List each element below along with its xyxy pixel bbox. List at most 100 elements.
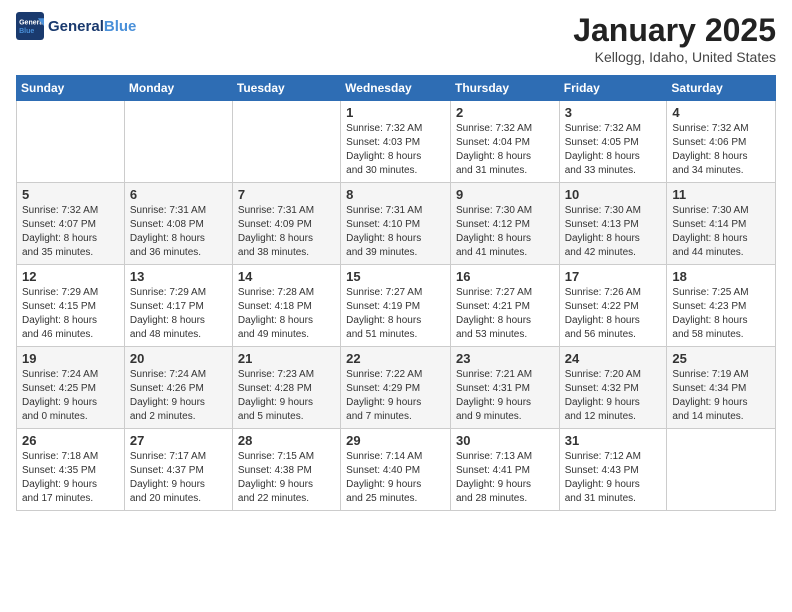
day-number: 12 [22,269,119,284]
day-info: Sunrise: 7:31 AMSunset: 4:08 PMDaylight:… [130,204,227,260]
day-cell: 13Sunrise: 7:29 AMSunset: 4:17 PMDayligh… [124,265,232,347]
weekday-header-friday: Friday [559,76,667,101]
day-number: 21 [238,351,335,366]
weekday-header-sunday: Sunday [17,76,125,101]
day-cell: 8 Sunrise: 7:31 AMSunset: 4:10 PMDaylight… [341,183,451,265]
day-info: Sunrise: 7:18 AMSunset: 4:35 PMDaylight:… [22,450,119,506]
day-info: Sunrise: 7:21 AMSunset: 4:31 PMDaylight:… [456,368,554,424]
day-cell: 29 Sunrise: 7:14 AMSunset: 4:40 PMDayligh… [341,429,451,511]
day-info: Sunrise: 7:27 AMSunset: 4:21 PMDaylight:… [456,286,554,342]
day-cell: 30 Sunrise: 7:13 AMSunset: 4:41 PMDayligh… [450,429,559,511]
day-info: Sunrise: 7:30 AMSunset: 4:12 PMDaylight:… [456,204,554,260]
day-info: Sunrise: 7:29 AMSunset: 4:15 PMDaylight:… [22,286,119,342]
day-number: 13 [130,269,227,284]
day-cell [124,101,232,183]
day-cell: 20 Sunrise: 7:24 AMSunset: 4:26 PMDayligh… [124,347,232,429]
day-cell [667,429,776,511]
day-info: Sunrise: 7:30 AMSunset: 4:13 PMDaylight:… [565,204,662,260]
day-number: 24 [565,351,662,366]
day-cell: 27Sunrise: 7:17 AMSunset: 4:37 PMDayligh… [124,429,232,511]
day-number: 28 [238,433,335,448]
day-info: Sunrise: 7:15 AMSunset: 4:38 PMDaylight:… [238,450,335,506]
day-info: Sunrise: 7:22 AMSunset: 4:29 PMDaylight:… [346,368,445,424]
week-row-1: 1Sunrise: 7:32 AMSunset: 4:03 PMDaylight… [17,101,776,183]
day-info: Sunrise: 7:30 AMSunset: 4:14 PMDaylight:… [672,204,770,260]
day-number: 14 [238,269,335,284]
calendar-container: General Blue GeneralBlue January 2025 Ke… [0,0,792,612]
day-number: 6 [130,187,227,202]
day-cell: 25 Sunrise: 7:19 AMSunset: 4:34 PMDayligh… [667,347,776,429]
title-section: January 2025 Kellogg, Idaho, United Stat… [573,12,776,65]
day-cell: 14 Sunrise: 7:28 AMSunset: 4:18 PMDayligh… [232,265,340,347]
day-info: Sunrise: 7:27 AMSunset: 4:19 PMDaylight:… [346,286,445,342]
day-cell: 5 Sunrise: 7:32 AMSunset: 4:07 PMDaylight… [17,183,125,265]
day-info: Sunrise: 7:25 AMSunset: 4:23 PMDaylight:… [672,286,770,342]
day-cell: 7 Sunrise: 7:31 AMSunset: 4:09 PMDaylight… [232,183,340,265]
day-cell: 12 Sunrise: 7:29 AMSunset: 4:15 PMDayligh… [17,265,125,347]
logo-icon: General Blue [16,12,44,40]
day-number: 23 [456,351,554,366]
day-info: Sunrise: 7:19 AMSunset: 4:34 PMDaylight:… [672,368,770,424]
day-number: 30 [456,433,554,448]
day-cell: 31 Sunrise: 7:12 AMSunset: 4:43 PMDayligh… [559,429,667,511]
logo: General Blue GeneralBlue [16,12,136,40]
day-cell: 22 Sunrise: 7:22 AMSunset: 4:29 PMDayligh… [341,347,451,429]
day-cell: 11 Sunrise: 7:30 AMSunset: 4:14 PMDayligh… [667,183,776,265]
day-number: 9 [456,187,554,202]
day-info: Sunrise: 7:24 AMSunset: 4:25 PMDaylight:… [22,368,119,424]
day-number: 15 [346,269,445,284]
day-number: 19 [22,351,119,366]
day-number: 29 [346,433,445,448]
day-cell: 2 Sunrise: 7:32 AMSunset: 4:04 PMDaylight… [450,101,559,183]
day-cell: 19 Sunrise: 7:24 AMSunset: 4:25 PMDayligh… [17,347,125,429]
day-number: 4 [672,105,770,120]
day-cell: 4 Sunrise: 7:32 AMSunset: 4:06 PMDaylight… [667,101,776,183]
day-info: Sunrise: 7:14 AMSunset: 4:40 PMDaylight:… [346,450,445,506]
day-info: Sunrise: 7:23 AMSunset: 4:28 PMDaylight:… [238,368,335,424]
day-number: 2 [456,105,554,120]
day-info: Sunrise: 7:28 AMSunset: 4:18 PMDaylight:… [238,286,335,342]
header: General Blue GeneralBlue January 2025 Ke… [16,12,776,65]
day-number: 20 [130,351,227,366]
day-number: 5 [22,187,119,202]
weekday-header-tuesday: Tuesday [232,76,340,101]
day-cell: 28 Sunrise: 7:15 AMSunset: 4:38 PMDayligh… [232,429,340,511]
day-info: Sunrise: 7:26 AMSunset: 4:22 PMDaylight:… [565,286,662,342]
day-number: 22 [346,351,445,366]
week-row-3: 12 Sunrise: 7:29 AMSunset: 4:15 PMDayligh… [17,265,776,347]
day-number: 7 [238,187,335,202]
day-info: Sunrise: 7:32 AMSunset: 4:06 PMDaylight:… [672,122,770,178]
day-info: Sunrise: 7:32 AMSunset: 4:07 PMDaylight:… [22,204,119,260]
day-cell [17,101,125,183]
logo-text: GeneralBlue [48,18,136,35]
weekday-header-monday: Monday [124,76,232,101]
day-info: Sunrise: 7:20 AMSunset: 4:32 PMDaylight:… [565,368,662,424]
day-info: Sunrise: 7:12 AMSunset: 4:43 PMDaylight:… [565,450,662,506]
day-info: Sunrise: 7:13 AMSunset: 4:41 PMDaylight:… [456,450,554,506]
weekday-header-wednesday: Wednesday [341,76,451,101]
day-cell: 23 Sunrise: 7:21 AMSunset: 4:31 PMDayligh… [450,347,559,429]
day-number: 31 [565,433,662,448]
day-number: 26 [22,433,119,448]
day-info: Sunrise: 7:24 AMSunset: 4:26 PMDaylight:… [130,368,227,424]
day-cell: 15 Sunrise: 7:27 AMSunset: 4:19 PMDayligh… [341,265,451,347]
day-cell: 26 Sunrise: 7:18 AMSunset: 4:35 PMDayligh… [17,429,125,511]
day-info: Sunrise: 7:17 AMSunset: 4:37 PMDaylight:… [130,450,227,506]
weekday-header-row: SundayMondayTuesdayWednesdayThursdayFrid… [17,76,776,101]
svg-text:Blue: Blue [19,28,34,35]
day-number: 3 [565,105,662,120]
calendar-table: SundayMondayTuesdayWednesdayThursdayFrid… [16,75,776,511]
day-info: Sunrise: 7:31 AMSunset: 4:10 PMDaylight:… [346,204,445,260]
day-info: Sunrise: 7:32 AMSunset: 4:04 PMDaylight:… [456,122,554,178]
day-number: 11 [672,187,770,202]
day-number: 17 [565,269,662,284]
day-info: Sunrise: 7:31 AMSunset: 4:09 PMDaylight:… [238,204,335,260]
day-cell: 9 Sunrise: 7:30 AMSunset: 4:12 PMDaylight… [450,183,559,265]
day-number: 25 [672,351,770,366]
day-number: 18 [672,269,770,284]
weekday-header-saturday: Saturday [667,76,776,101]
day-number: 8 [346,187,445,202]
day-cell: 1Sunrise: 7:32 AMSunset: 4:03 PMDaylight… [341,101,451,183]
day-cell: 21 Sunrise: 7:23 AMSunset: 4:28 PMDayligh… [232,347,340,429]
location: Kellogg, Idaho, United States [573,49,776,65]
